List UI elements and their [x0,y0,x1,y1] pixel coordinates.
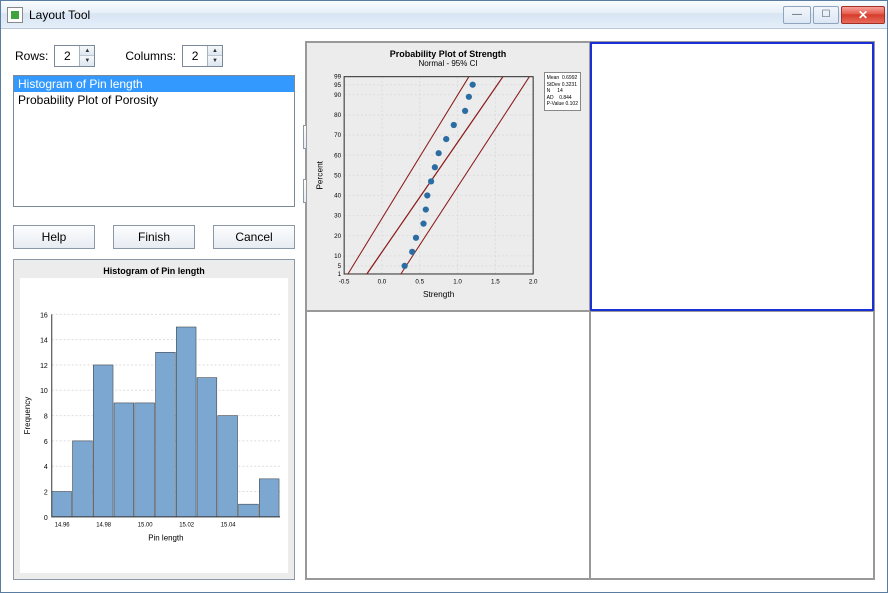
cancel-button[interactable]: Cancel [213,225,295,249]
svg-text:8: 8 [44,414,48,421]
list-item[interactable]: Probability Plot of Porosity [14,92,294,108]
svg-text:95: 95 [334,82,341,89]
grid-cell-1-1[interactable]: Probability Plot of Strength Normal - 95… [306,42,590,311]
rows-up-icon[interactable]: ▲ [80,46,94,56]
svg-text:1.0: 1.0 [453,278,462,285]
columns-input[interactable] [183,49,207,63]
titlebar: Layout Tool — ☐ ✕ [1,1,887,29]
svg-text:15.02: 15.02 [179,523,194,529]
cols-up-icon[interactable]: ▲ [208,46,222,56]
svg-text:-0.5: -0.5 [339,278,350,285]
svg-text:99: 99 [334,74,341,81]
preview-panel: Histogram of Pin length 0 2 4 6 8 10 12 14 16 14.… [13,259,295,580]
svg-text:16: 16 [40,312,48,319]
grid-cell-2-2[interactable] [590,311,874,580]
svg-text:4: 4 [44,464,48,471]
svg-text:70: 70 [334,132,341,139]
layout-tool-window: Layout Tool — ☐ ✕ Rows: ▲ ▼ Columns: [0,0,888,593]
grid-cell-1-2[interactable] [590,42,874,311]
list-item[interactable]: Histogram of Pin length [14,76,294,92]
columns-stepper[interactable]: ▲ ▼ [182,45,223,67]
rows-input[interactable] [55,49,79,63]
rows-label: Rows: [15,49,48,63]
svg-text:40: 40 [334,193,341,200]
finish-button[interactable]: Finish [113,225,195,249]
columns-label: Columns: [125,49,176,63]
histogram-chart: 0 2 4 6 8 10 12 14 16 14.96 14.98 15.00 15.02 15.04 Pi… [20,278,288,573]
available-graphs-listbox[interactable]: Histogram of Pin lengthProbability Plot … [13,75,295,207]
svg-text:6: 6 [44,439,48,446]
svg-text:14.98: 14.98 [96,523,112,529]
svg-text:14: 14 [40,338,48,345]
help-button[interactable]: Help [13,225,95,249]
svg-text:0: 0 [44,515,48,522]
probability-plot-chart: 15 10 20 30 40 50 60 70 80 90 9599 -0.5 0.0 0.5 1.0 1.5… [313,70,583,304]
svg-text:2.0: 2.0 [529,278,538,285]
grid-size-controls: Rows: ▲ ▼ Columns: ▲ ▼ [13,41,295,75]
svg-text:14.96: 14.96 [55,523,71,529]
svg-text:10: 10 [40,388,48,395]
probplot-title: Probability Plot of Strength [313,49,583,59]
maximize-button[interactable]: ☐ [813,6,839,24]
layout-grid: Probability Plot of Strength Normal - 95… [305,41,875,580]
app-icon [7,7,23,23]
rows-down-icon[interactable]: ▼ [80,56,94,66]
svg-text:Frequency: Frequency [23,397,32,435]
svg-text:Strength: Strength [423,289,455,299]
svg-text:0.0: 0.0 [378,278,387,285]
rows-stepper[interactable]: ▲ ▼ [54,45,95,67]
preview-title: Histogram of Pin length [20,266,288,276]
close-button[interactable]: ✕ [841,6,885,24]
svg-text:80: 80 [334,112,341,119]
svg-text:30: 30 [334,213,341,220]
svg-text:90: 90 [334,92,341,99]
svg-text:10: 10 [334,253,341,260]
probplot-stats-box: Mean 0.6992 StDev 0.3231 N 14 AD 0.844 P… [544,72,581,111]
svg-text:2: 2 [44,489,48,496]
svg-text:50: 50 [334,172,341,179]
svg-text:15.04: 15.04 [221,523,237,529]
cols-down-icon[interactable]: ▼ [208,56,222,66]
probplot-subtitle: Normal - 95% CI [313,59,583,68]
minimize-button[interactable]: — [783,6,811,24]
svg-text:Pin length: Pin length [148,534,183,543]
svg-text:1: 1 [338,271,342,278]
svg-text:20: 20 [334,233,341,240]
window-title: Layout Tool [29,8,777,22]
svg-text:1.5: 1.5 [491,278,500,285]
svg-text:Percent: Percent [314,160,324,189]
svg-text:0.5: 0.5 [415,278,424,285]
svg-text:12: 12 [40,363,48,370]
svg-text:60: 60 [334,152,341,159]
svg-text:15.00: 15.00 [138,523,154,529]
svg-text:5: 5 [338,263,342,270]
grid-cell-2-1[interactable] [306,311,590,580]
